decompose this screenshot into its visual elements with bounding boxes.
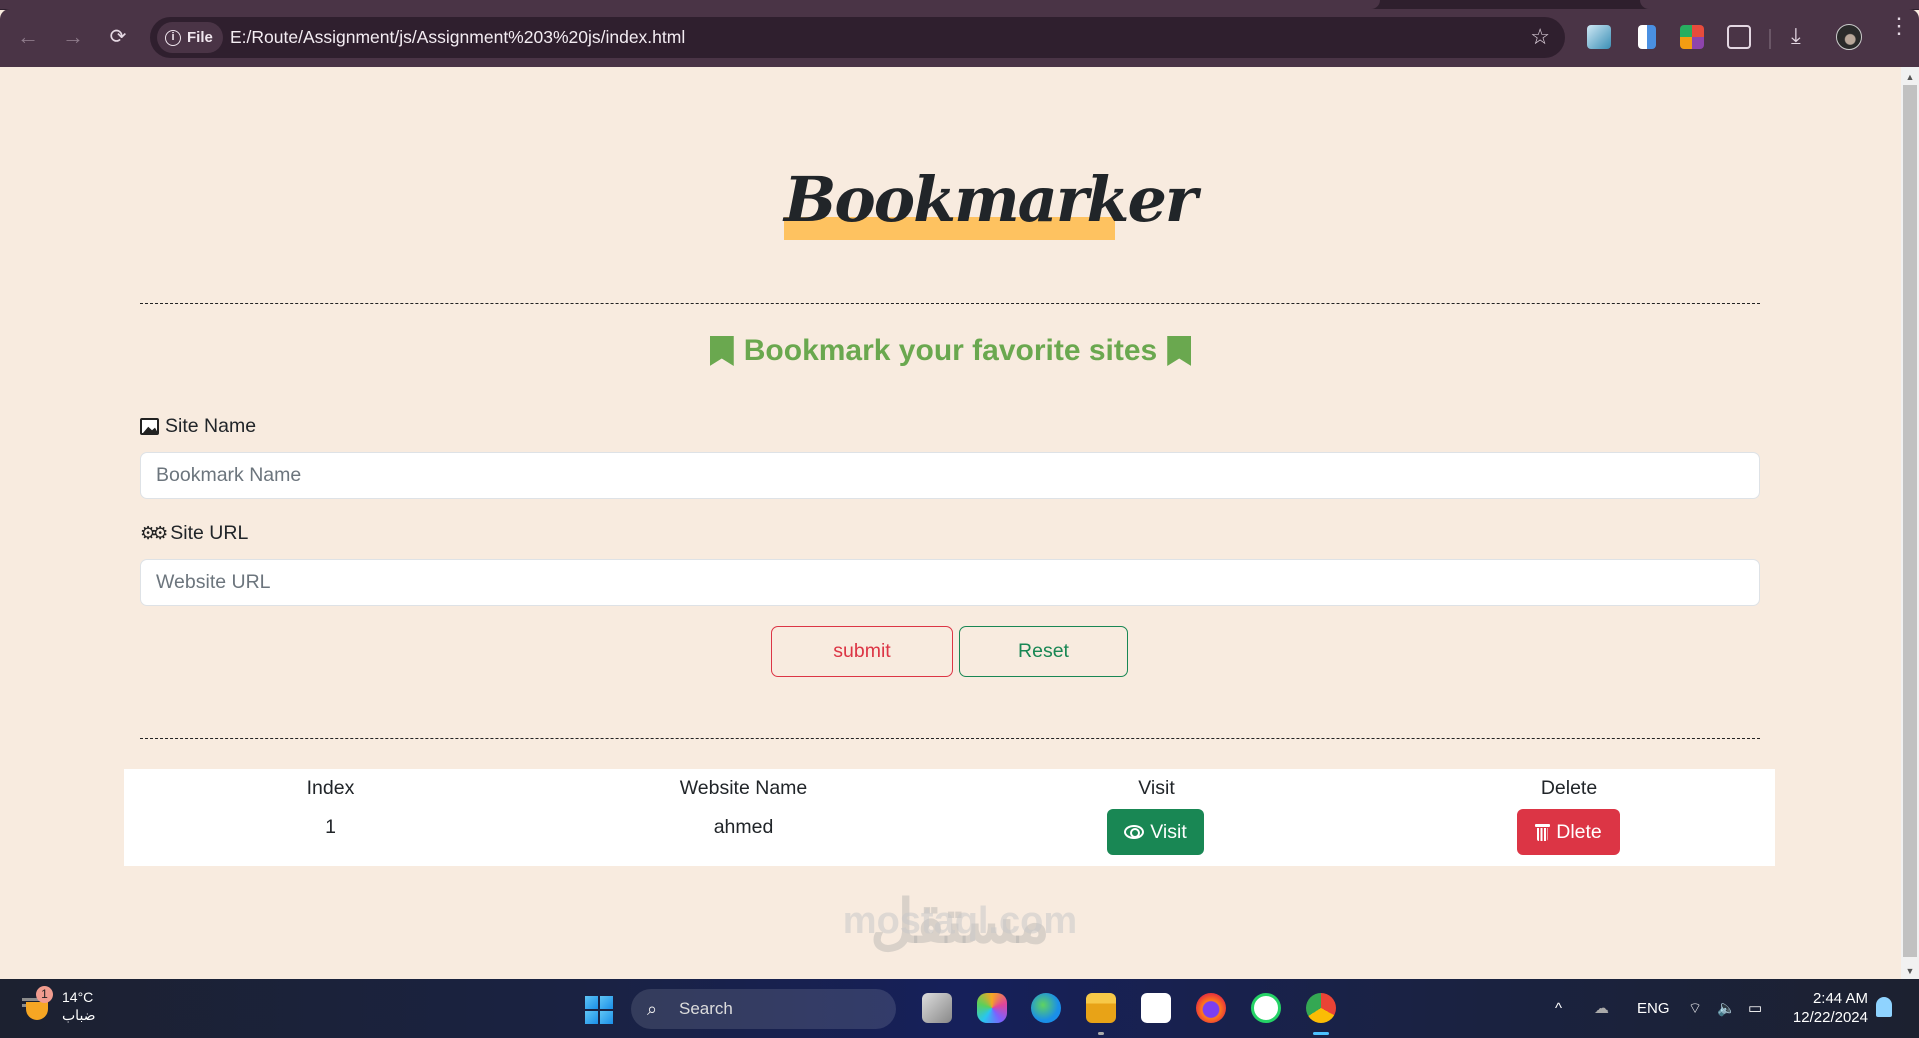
back-arrow-icon: ←	[17, 24, 39, 49]
site-url-label-text: Site URL	[170, 522, 249, 544]
reload-icon: ⟳	[109, 26, 127, 48]
trash-icon	[1535, 823, 1551, 841]
weather-condition: ضباب	[62, 1007, 96, 1023]
site-name-input[interactable]	[140, 452, 1760, 499]
row-index: 1	[325, 816, 336, 838]
reset-button[interactable]: Reset	[959, 626, 1128, 677]
language-indicator[interactable]: ENG	[1637, 979, 1670, 1038]
visit-button-label: Visit	[1150, 820, 1187, 843]
weather-badge: 1	[36, 986, 53, 1003]
visit-button[interactable]: Visit	[1107, 809, 1204, 855]
divider-bottom	[140, 738, 1760, 739]
bookmark-icon	[1167, 336, 1192, 366]
start-button[interactable]	[585, 996, 613, 1024]
taskbar-search[interactable]: ⌕ Search	[631, 989, 896, 1029]
fog-weather-icon: 1	[22, 986, 56, 1022]
active-tab[interactable]	[0, 0, 1380, 9]
whatsapp-icon[interactable]	[1251, 993, 1281, 1023]
eye-icon	[1124, 825, 1145, 839]
browser-toolbar: ← → ⟳ i File E:/Route/Assignment/js/Assi…	[0, 9, 1919, 67]
task-view-icon[interactable]	[922, 993, 952, 1023]
chrome-icon[interactable]	[1306, 993, 1336, 1023]
browser-menu-icon[interactable]: ⋮	[1888, 15, 1910, 37]
battery-icon[interactable]: ▭	[1748, 979, 1762, 1038]
file-explorer-icon[interactable]	[1086, 993, 1116, 1023]
system-clock[interactable]: 2:44 AM 12/22/2024	[1788, 989, 1868, 1027]
column-header-website-name: Website Name	[679, 777, 808, 799]
weather-widget[interactable]: 1 14°C ضباب	[22, 986, 96, 1024]
extensions-puzzle-icon[interactable]	[1727, 25, 1751, 49]
site-name-label-text: Site Name	[165, 415, 257, 437]
microsoft-store-icon[interactable]	[1141, 993, 1171, 1023]
scroll-down-arrow-icon[interactable]: ▼	[1901, 963, 1919, 979]
divider-top	[140, 303, 1760, 304]
gears-icon: ⚙⚙	[140, 523, 168, 543]
page-title-block: Bookmarker	[784, 160, 1198, 240]
toolbar-divider	[1769, 29, 1771, 49]
url-text[interactable]: E:/Route/Assignment/js/Assignment%203%20…	[230, 17, 685, 58]
download-icon[interactable]: ⤓	[1791, 23, 1801, 49]
column-header-index: Index	[306, 777, 355, 799]
file-explorer-running-indicator	[1098, 1032, 1104, 1035]
column-header-visit: Visit	[1138, 777, 1175, 799]
reload-button[interactable]: ⟳	[104, 23, 132, 51]
onedrive-offline-icon[interactable]: ☁	[1594, 979, 1609, 1038]
image-icon	[140, 418, 159, 435]
info-icon: i	[165, 29, 181, 46]
tab-strip-right	[1640, 0, 1919, 9]
subtitle-text: Bookmark your favorite sites	[743, 334, 1158, 367]
column-header-delete: Delete	[1540, 777, 1598, 799]
page-title: Bookmarker	[784, 163, 1198, 236]
notification-bell-icon[interactable]	[1876, 997, 1892, 1017]
bookmarks-table: Index Website Name Visit Delete 1 ahmed …	[124, 769, 1775, 866]
forward-arrow-icon: →	[62, 24, 84, 49]
clock-time: 2:44 AM	[1812, 990, 1868, 1007]
bookmark-star-icon[interactable]: ☆	[1530, 24, 1550, 50]
color-picker-extension-icon[interactable]	[1680, 25, 1704, 49]
delete-button[interactable]: Dlete	[1517, 809, 1620, 855]
windows-taskbar: 1 14°C ضباب ⌕ Search ^ ☁ ENG ⌔ 🔈 ▭ 2:44 …	[0, 979, 1919, 1038]
wifi-icon[interactable]: ⌔	[1688, 979, 1702, 1038]
volume-icon[interactable]: 🔈	[1717, 979, 1736, 1038]
page-scrollbar[interactable]: ▲ ▼	[1901, 67, 1919, 979]
delete-button-label: Dlete	[1556, 820, 1602, 843]
search-icon: ⌕	[647, 999, 658, 1019]
subtitle: Bookmark your favorite sites	[0, 334, 1901, 368]
image-uploader-extension-icon[interactable]	[1587, 25, 1611, 49]
site-name-label: Site Name	[140, 415, 256, 438]
chrome-active-indicator	[1313, 1032, 1329, 1035]
address-bar[interactable]: i File E:/Route/Assignment/js/Assignment…	[150, 17, 1565, 58]
scroll-thumb[interactable]	[1903, 85, 1917, 957]
windows-logo-icon	[585, 996, 598, 1009]
edge-icon[interactable]	[1031, 993, 1061, 1023]
weather-temp: 14°C	[62, 989, 94, 1005]
back-button[interactable]: ←	[14, 23, 42, 51]
submit-button[interactable]: submit	[771, 626, 953, 677]
taskbar-search-label: Search	[679, 999, 733, 1018]
forward-button[interactable]: →	[59, 23, 87, 51]
clock-date: 12/22/2024	[1792, 1009, 1868, 1026]
copilot-icon[interactable]	[977, 993, 1007, 1023]
scroll-up-arrow-icon[interactable]: ▲	[1901, 69, 1919, 85]
firefox-icon[interactable]	[1196, 993, 1226, 1023]
bookmark-icon	[709, 336, 734, 366]
site-info-label: File	[187, 29, 213, 46]
site-url-input[interactable]	[140, 559, 1760, 606]
document-extension-icon[interactable]	[1638, 25, 1656, 49]
site-url-label: ⚙⚙ Site URL	[140, 522, 248, 545]
profile-avatar[interactable]	[1836, 24, 1862, 50]
show-hidden-icons-chevron[interactable]: ^	[1555, 979, 1562, 1038]
site-info-chip[interactable]: i File	[157, 22, 223, 53]
page-content: Bookmarker Bookmark your favorite sites …	[0, 67, 1901, 979]
watermark-arabic: مستقل	[870, 888, 1050, 955]
row-website-name: ahmed	[713, 816, 774, 838]
